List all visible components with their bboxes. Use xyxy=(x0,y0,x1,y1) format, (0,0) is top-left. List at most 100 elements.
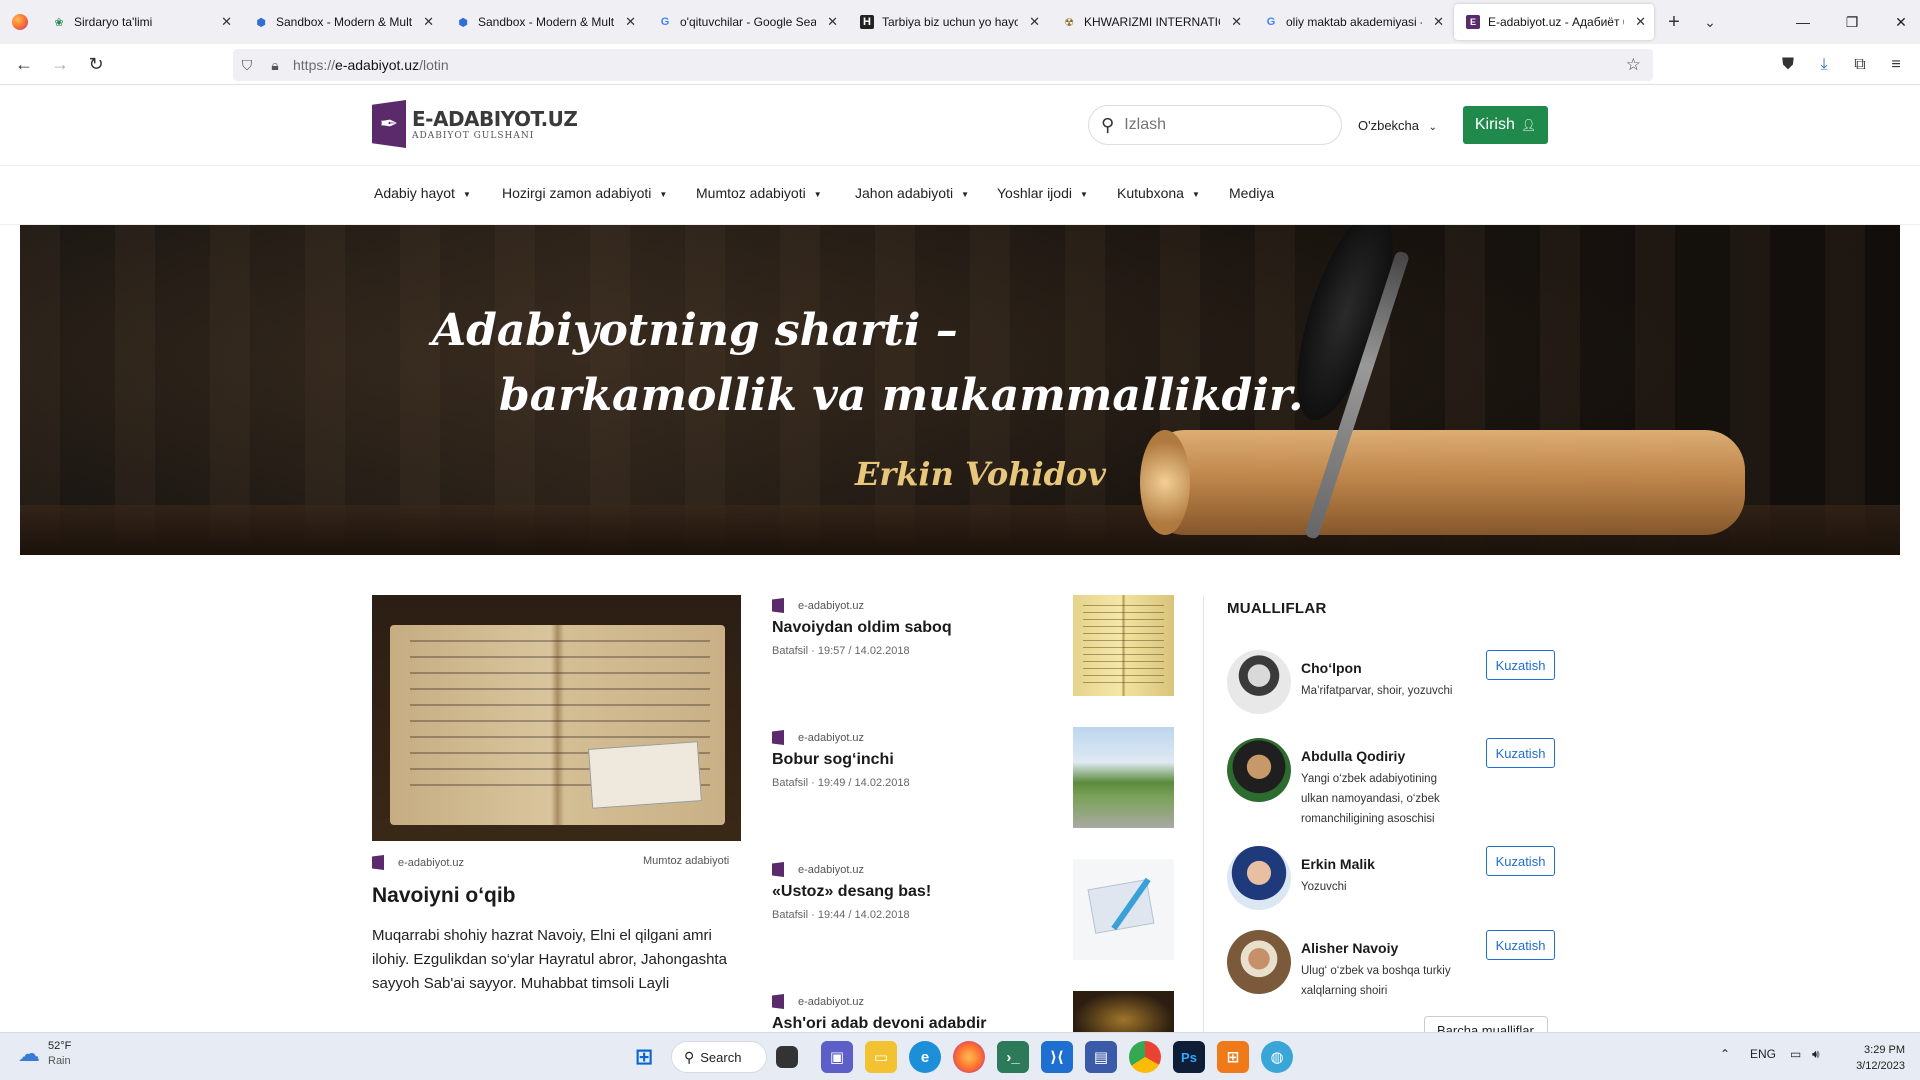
menu-item-yoshlar[interactable]: Yoshlar ijodi ▼ xyxy=(997,185,1088,201)
chevron-up-icon[interactable]: ⌃ xyxy=(1720,1047,1730,1061)
avatar[interactable] xyxy=(1227,930,1291,994)
author-name[interactable]: Erkin Malik xyxy=(1301,856,1375,872)
article-thumbnail[interactable] xyxy=(1073,859,1174,960)
article-thumbnail[interactable] xyxy=(1073,595,1174,696)
pocket-icon[interactable]: ⛊ xyxy=(1770,44,1806,85)
url-text[interactable]: https://e-adabiyot.uz/lotin xyxy=(293,57,449,73)
author-name[interactable]: Alisher Navoiy xyxy=(1301,940,1398,956)
login-button[interactable]: Kirish 👤︎ xyxy=(1463,106,1548,144)
browser-tab-active[interactable]: E E-adabiyot.uz - Адабиёт бў ✕ xyxy=(1454,4,1654,40)
close-tab-icon[interactable]: ✕ xyxy=(1029,14,1040,30)
tab-label: Sandbox - Modern & Multi xyxy=(478,15,614,29)
menu-item-mumtoz[interactable]: Mumtoz adabiyoti ▼ xyxy=(696,185,822,201)
author-name[interactable]: Cho‘lpon xyxy=(1301,660,1362,676)
follow-button[interactable]: Kuzatish xyxy=(1486,846,1555,876)
system-clock[interactable]: 3:29 PM 3/12/2023 xyxy=(1845,1042,1905,1074)
menu-item-adabiy-hayot[interactable]: Adabiy hayot ▼ xyxy=(374,185,471,201)
browser-tab[interactable]: H Tarbiya biz uchun yo hayot ✕ xyxy=(848,4,1048,40)
close-tab-icon[interactable]: ✕ xyxy=(1231,14,1242,30)
menu-item-hozirgi-zamon[interactable]: Hozirgi zamon adabiyoti ▼ xyxy=(502,185,667,201)
volume-icon[interactable]: 🔊︎ xyxy=(1812,1047,1820,1062)
globe-app-icon[interactable]: ◍ xyxy=(1261,1041,1293,1073)
taskbar-search[interactable]: ⚲ Search xyxy=(671,1041,767,1073)
browser-tab[interactable]: ❀ Sirdaryo ta'limi ✕ xyxy=(40,4,240,40)
tab-label: Sirdaryo ta'limi xyxy=(74,15,153,29)
parchment-scroll xyxy=(1145,430,1745,535)
caret-down-icon: ▼ xyxy=(1191,189,1200,199)
site-search[interactable]: ⚲ xyxy=(1088,105,1342,145)
browser-tab[interactable]: G o'qituvchilar - Google Search ✕ xyxy=(646,4,846,40)
edge-icon[interactable]: e xyxy=(909,1041,941,1073)
hexagon-icon: ⬢ xyxy=(256,16,266,29)
forward-arrow-icon[interactable]: → xyxy=(42,48,78,80)
firefox-icon[interactable] xyxy=(953,1041,985,1073)
browser-tab[interactable]: ⬢ Sandbox - Modern & Multi ✕ xyxy=(242,4,442,40)
input-language[interactable]: ENG xyxy=(1750,1047,1776,1061)
language-label: O'zbekcha xyxy=(1358,118,1420,133)
site-logo[interactable]: ✒ E-ADABIYOT.UZ ADABIYOT GULSHANI xyxy=(372,100,578,148)
search-input[interactable] xyxy=(1124,116,1295,134)
follow-button[interactable]: Kuzatish xyxy=(1486,930,1555,960)
featured-article-image[interactable] xyxy=(372,595,741,841)
h-square-icon: H xyxy=(860,15,874,29)
avatar[interactable] xyxy=(1227,738,1291,802)
lock-icon[interactable]: 🔒︎ xyxy=(261,57,289,74)
search-icon[interactable]: ⚲ xyxy=(1101,115,1114,136)
close-tab-icon[interactable]: ✕ xyxy=(827,14,838,30)
menu-icon[interactable]: ≡ xyxy=(1878,44,1914,85)
menu-label: Yoshlar ijodi xyxy=(997,185,1072,201)
browser-tab[interactable]: ⬢ Sandbox - Modern & Multi ✕ xyxy=(444,4,644,40)
hero-quote-line-1: Adabiyotning sharti – xyxy=(432,305,958,356)
follow-button[interactable]: Kuzatish xyxy=(1486,650,1555,680)
address-bar[interactable]: ⛉ 🔒︎ https://e-adabiyot.uz/lotin ☆ xyxy=(233,49,1653,81)
close-window-icon[interactable]: ✕ xyxy=(1872,0,1920,44)
close-tab-icon[interactable]: ✕ xyxy=(423,14,434,30)
app-grid-icon[interactable]: ⊞ xyxy=(1217,1041,1249,1073)
browser-tab[interactable]: ☢ KHWARIZMI INTERNATIONAL ✕ xyxy=(1050,4,1250,40)
back-arrow-icon[interactable]: ← xyxy=(6,48,42,80)
new-tab-icon[interactable]: + xyxy=(1656,11,1692,34)
vscode-icon[interactable]: ⟩⟨ xyxy=(1041,1041,1073,1073)
menu-label: Adabiy hayot xyxy=(374,185,455,201)
photoshop-icon[interactable]: Ps xyxy=(1173,1041,1205,1073)
author-name[interactable]: Abdulla Qodiriy xyxy=(1301,748,1405,764)
file-explorer-icon[interactable]: ▭ xyxy=(865,1041,897,1073)
shield-icon[interactable]: ⛉ xyxy=(233,57,261,74)
featured-category[interactable]: Mumtoz adabiyoti xyxy=(643,855,729,867)
close-tab-icon[interactable]: ✕ xyxy=(1433,14,1444,30)
tab-label: E-adabiyot.uz - Адабиёт бў xyxy=(1488,15,1624,29)
bookmark-star-icon[interactable]: ☆ xyxy=(1626,55,1641,75)
avatar[interactable] xyxy=(1227,650,1291,714)
firefox-icon[interactable] xyxy=(0,0,40,44)
chrome-icon[interactable] xyxy=(1129,1041,1161,1073)
avatar[interactable] xyxy=(1227,846,1291,910)
quill-logo-icon: ✒ xyxy=(372,100,406,148)
extensions-icon[interactable]: ⧉ xyxy=(1842,44,1878,85)
site-header: ✒ E-ADABIYOT.UZ ADABIYOT GULSHANI ⚲ O'zb… xyxy=(0,86,1920,166)
teams-icon[interactable]: ▣ xyxy=(821,1041,853,1073)
menu-item-jahon[interactable]: Jahon adabiyoti ▼ xyxy=(855,185,969,201)
chevron-down-icon[interactable]: ⌄ xyxy=(1692,14,1728,31)
menu-item-mediya[interactable]: Mediya xyxy=(1229,185,1274,201)
menu-label: Jahon adabiyoti xyxy=(855,185,954,201)
close-tab-icon[interactable]: ✕ xyxy=(221,14,232,30)
close-tab-icon[interactable]: ✕ xyxy=(1635,14,1646,30)
task-view-icon[interactable] xyxy=(776,1046,798,1068)
terminal-icon[interactable]: ›_ xyxy=(997,1041,1029,1073)
save-app-icon[interactable]: ▤ xyxy=(1085,1041,1117,1073)
windows-start-icon[interactable]: ⊞ xyxy=(628,1041,660,1073)
article-thumbnail[interactable] xyxy=(1073,991,1174,1032)
network-icon[interactable]: ▭ xyxy=(1790,1047,1801,1061)
leaf-icon: ❀ xyxy=(54,16,64,29)
reload-icon[interactable]: ↻ xyxy=(78,48,114,80)
featured-title[interactable]: Navoiyni o‘qib xyxy=(372,884,516,908)
chevron-down-icon: ⌄ xyxy=(1428,122,1438,133)
close-tab-icon[interactable]: ✕ xyxy=(625,14,636,30)
follow-button[interactable]: Kuzatish xyxy=(1486,738,1555,768)
browser-tab[interactable]: G oliy maktab akademiyasi - G ✕ xyxy=(1252,4,1452,40)
download-icon[interactable]: ⤓ xyxy=(1806,44,1842,85)
menu-item-kutubxona[interactable]: Kutubxona ▼ xyxy=(1117,185,1200,201)
article-thumbnail[interactable] xyxy=(1073,727,1174,828)
language-selector[interactable]: O'zbekcha ⌄ xyxy=(1358,118,1437,133)
weather-widget[interactable]: ☁ 52°F Rain xyxy=(18,1039,71,1069)
